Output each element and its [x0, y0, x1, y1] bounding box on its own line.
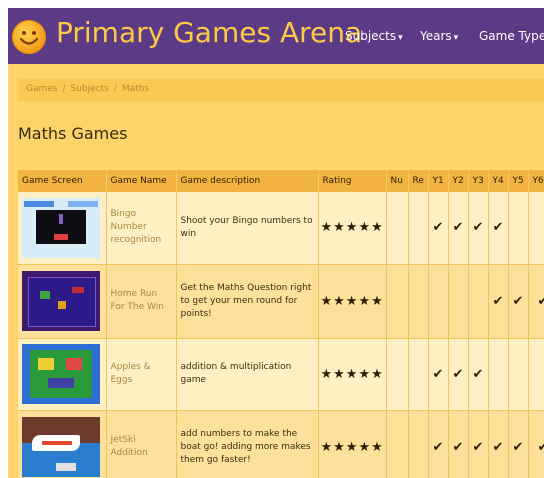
col-nu: Nu — [386, 170, 409, 192]
col-rating: Rating — [318, 170, 387, 192]
game-thumbnail-apples-eggs[interactable] — [22, 344, 100, 404]
check-y4: ✔ — [488, 264, 509, 339]
check-y1 — [428, 264, 449, 339]
check-nu — [386, 410, 409, 478]
game-thumbnail-bingo[interactable] — [22, 197, 100, 258]
check-re — [408, 410, 429, 478]
check-y3: ✔ — [468, 192, 489, 265]
game-description: addition & multiplication game — [176, 338, 319, 411]
breadcrumb-games[interactable]: Games — [26, 84, 57, 94]
game-screen-cell — [18, 192, 107, 265]
check-re — [408, 338, 429, 411]
game-name-link[interactable]: JetSki Addition — [106, 410, 177, 478]
check-y2: ✔ — [448, 410, 469, 478]
chevron-down-icon: ▾ — [453, 33, 459, 43]
game-description: Get the Maths Question right to get your… — [176, 264, 319, 339]
game-description: add numbers to make the boat go! adding … — [176, 410, 319, 478]
check-y6 — [528, 338, 544, 411]
game-description: Shoot your Bingo numbers to win — [176, 192, 319, 265]
check-y6: ✔ — [528, 264, 544, 339]
col-game-screen: Game Screen — [18, 170, 107, 192]
check-y6 — [528, 192, 544, 265]
check-y2: ✔ — [448, 338, 469, 411]
col-game-description: Game description — [176, 170, 319, 192]
col-y2: Y2 — [448, 170, 469, 192]
check-y1: ✔ — [428, 410, 449, 478]
site-title[interactable]: Primary Games Arena — [56, 16, 362, 49]
table-header-row: Game Screen Game Name Game description R… — [18, 170, 544, 192]
breadcrumb: Games / Subjects / Maths — [26, 84, 149, 94]
table-row: JetSki Addition add numbers to make the … — [18, 410, 544, 478]
nav-years-label: Years — [420, 29, 452, 43]
game-screen-cell — [18, 338, 107, 411]
game-name-link[interactable]: Apples & Eggs — [106, 338, 177, 411]
game-screen-cell — [18, 410, 107, 478]
check-y5 — [508, 338, 529, 411]
check-y5: ✔ — [508, 264, 529, 339]
page-frame: Primary Games Arena Subjects ▾ Years ▾ Gam… — [8, 8, 544, 478]
check-y5 — [508, 192, 529, 265]
breadcrumb-separator: / — [62, 84, 66, 94]
col-y5: Y5 — [508, 170, 529, 192]
col-game-name: Game Name — [106, 170, 177, 192]
check-nu — [386, 192, 409, 265]
table-row: Home Run For The Win Get the Maths Quest… — [18, 264, 544, 339]
chevron-down-icon: ▾ — [398, 33, 403, 43]
breadcrumb-maths: Maths — [121, 84, 150, 94]
check-y6: ✔ — [528, 410, 544, 478]
check-y1: ✔ — [428, 192, 449, 265]
nav-game-types[interactable]: Game Types — [479, 29, 544, 43]
star-rating: ★★★★★ — [318, 410, 387, 478]
check-re — [408, 192, 429, 265]
check-re — [408, 264, 429, 339]
top-navigation-bar: Primary Games Arena Subjects ▾ Years ▾ Gam… — [8, 8, 544, 64]
col-y6: Y6 — [528, 170, 544, 192]
check-y4: ✔ — [488, 192, 509, 265]
col-y3: Y3 — [468, 170, 489, 192]
col-re: Re — [408, 170, 429, 192]
star-rating: ★★★★★ — [318, 192, 387, 265]
star-rating: ★★★★★ — [318, 338, 387, 411]
check-nu — [386, 264, 409, 339]
breadcrumb-separator: / — [113, 84, 117, 94]
check-y4: ✔ — [488, 410, 509, 478]
check-y2 — [448, 264, 469, 339]
table-row: Apples & Eggs addition & multiplication … — [18, 338, 544, 411]
breadcrumb-subjects[interactable]: Subjects — [71, 84, 109, 94]
nav-game-types-label: Game Types — [479, 29, 544, 43]
games-table: Game Screen Game Name Game description R… — [18, 170, 544, 478]
nav-subjects-label: Subjects — [345, 29, 397, 43]
game-screen-cell — [18, 264, 107, 339]
check-y3: ✔ — [468, 338, 489, 411]
star-rating: ★★★★★ — [318, 264, 387, 339]
nav-subjects[interactable]: Subjects ▾ — [345, 29, 403, 43]
col-y1: Y1 — [428, 170, 449, 192]
breadcrumb-bar: Games / Subjects / Maths — [18, 79, 544, 101]
check-y1: ✔ — [428, 338, 449, 411]
game-thumbnail-jetski[interactable] — [22, 417, 100, 477]
game-name-link[interactable]: Home Run For The Win — [106, 264, 177, 339]
smiley-logo-icon[interactable] — [12, 20, 46, 54]
check-y2: ✔ — [448, 192, 469, 265]
check-y5: ✔ — [508, 410, 529, 478]
nav-years[interactable]: Years ▾ — [420, 29, 458, 43]
col-y4: Y4 — [488, 170, 509, 192]
check-y3: ✔ — [468, 410, 489, 478]
check-nu — [386, 338, 409, 411]
page-title: Maths Games — [18, 124, 128, 143]
table-row: Bingo Number recognition Shoot your Bing… — [18, 192, 544, 265]
game-thumbnail-home-run[interactable] — [22, 271, 100, 331]
game-name-link[interactable]: Bingo Number recognition — [106, 192, 177, 265]
check-y4 — [488, 338, 509, 411]
check-y3 — [468, 264, 489, 339]
